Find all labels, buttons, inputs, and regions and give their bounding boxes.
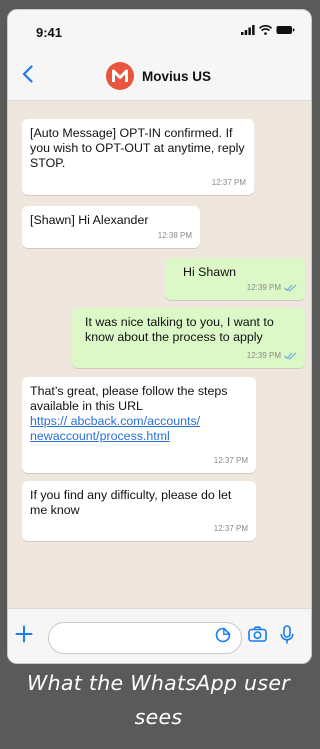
status-bar: 9:41 (8, 10, 311, 54)
message-time: 12:37 PM (211, 178, 246, 187)
message-time: 12:39 PM (246, 351, 281, 360)
read-receipt-icon (284, 352, 297, 360)
contact-info[interactable]: Movius US (106, 62, 211, 90)
read-receipt-icon (284, 284, 297, 292)
input-bar (8, 608, 311, 663)
message-text: [Shawn] Hi Alexander (30, 213, 149, 227)
message-time: 12:39 PM (246, 283, 281, 292)
message-meta: 12:37 PM (214, 521, 248, 536)
message-bubble-incoming: That’s great, please follow the steps av… (22, 377, 256, 473)
contact-avatar (106, 62, 134, 90)
status-time: 9:41 (36, 25, 63, 40)
message-time: 12:37 PM (213, 456, 248, 465)
message-bubble-incoming: If you find any difficulty, please do le… (22, 481, 256, 541)
chat-header: Movius US (8, 54, 311, 101)
caption: What the WhatsApp user sees (27, 671, 290, 729)
message-bubble-incoming: [Shawn] Hi Alexander 12:38 PM (22, 206, 200, 248)
plus-icon[interactable] (15, 621, 33, 647)
url-link[interactable]: https:// abcback.com/accounts/ newaccoun… (30, 414, 200, 443)
message-meta: 12:37 PM (214, 453, 248, 468)
message-meta: 12:39 PM (247, 348, 297, 363)
message-text: That’s great, please follow the steps av… (30, 384, 228, 413)
movius-logo-icon (112, 69, 128, 82)
message-text: Hi Shawn (183, 265, 237, 279)
chevron-left-icon[interactable] (22, 62, 33, 90)
microphone-icon[interactable] (280, 625, 294, 650)
message-meta: 12:39 PM (247, 280, 297, 295)
phone-screen: 9:41 Movius US [Auto Message] OPT-IN con… (7, 9, 312, 664)
camera-icon[interactable] (248, 626, 267, 647)
status-icons (241, 25, 295, 35)
chat-area: [Auto Message] OPT-IN confirmed. If you … (8, 101, 311, 609)
battery-icon (276, 26, 295, 34)
message-bubble-outgoing: Hi Shawn 12:39 PM (165, 258, 305, 300)
message-text: It was nice talking to you, I want to kn… (85, 315, 274, 344)
wifi-icon (259, 25, 272, 35)
message-bubble-incoming: [Auto Message] OPT-IN confirmed. If you … (22, 119, 254, 195)
message-meta: 12:37 PM (212, 175, 246, 190)
message-text: If you find any difficulty, please do le… (30, 488, 232, 517)
sticker-icon[interactable] (215, 627, 231, 648)
message-input[interactable] (48, 622, 242, 654)
screenshot-frame: 9:41 Movius US [Auto Message] OPT-IN con… (0, 0, 317, 749)
contact-name: Movius US (142, 68, 212, 84)
message-meta: 12:38 PM (158, 228, 192, 243)
message-time: 12:37 PM (213, 524, 248, 533)
signal-icon (241, 25, 255, 35)
message-text: [Auto Message] OPT-IN confirmed. If you … (30, 126, 245, 170)
message-time: 12:38 PM (157, 231, 192, 240)
message-bubble-outgoing: It was nice talking to you, I want to kn… (72, 308, 305, 368)
